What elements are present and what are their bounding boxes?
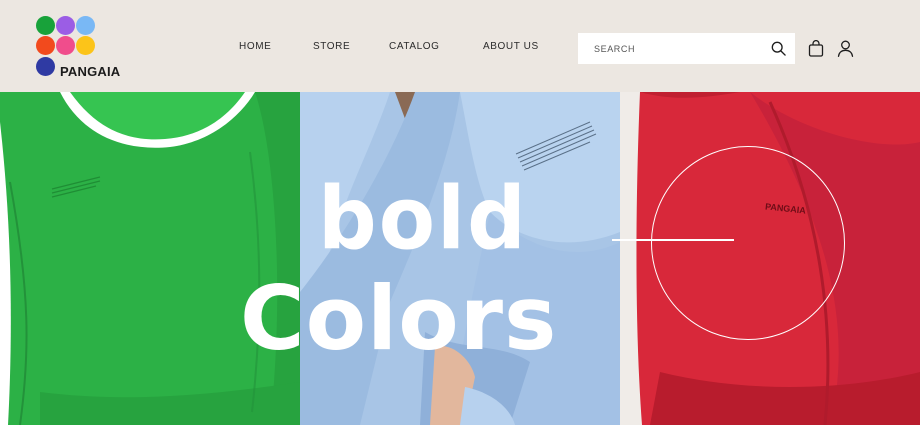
decorative-circle [651, 146, 845, 340]
hero-banner[interactable]: PANGAIA bold Colors [0, 92, 920, 425]
logo-dot [56, 36, 75, 55]
brand-name: PANGAIA [60, 64, 121, 79]
logo-dot [76, 16, 95, 35]
search-input[interactable] [578, 33, 763, 64]
logo-dot [36, 36, 55, 55]
logo-dot [36, 16, 55, 35]
search-box [578, 33, 795, 64]
logo-dot [56, 16, 75, 35]
brand-logo[interactable]: PANGAIA [34, 16, 124, 80]
blue-shirt-illustration [300, 92, 620, 425]
green-sweatshirt-illustration [0, 92, 300, 425]
hero-image-green-sweatshirt [0, 92, 300, 425]
logo-dot [36, 57, 55, 76]
search-icon[interactable] [771, 41, 786, 56]
bag-icon[interactable] [808, 40, 824, 57]
hero-image-blue-shirt [300, 92, 620, 425]
nav-item-about-us[interactable]: ABOUT US [483, 41, 539, 52]
nav-item-store[interactable]: STORE [313, 41, 350, 52]
decorative-dash [612, 239, 734, 241]
nav-item-catalog[interactable]: CATALOG [389, 41, 440, 52]
site-header: PANGAIA HOME STORE CATALOG ABOUT US [0, 0, 920, 92]
logo-dot [76, 36, 95, 55]
user-icon[interactable] [837, 40, 854, 57]
nav-item-home[interactable]: HOME [239, 41, 271, 52]
